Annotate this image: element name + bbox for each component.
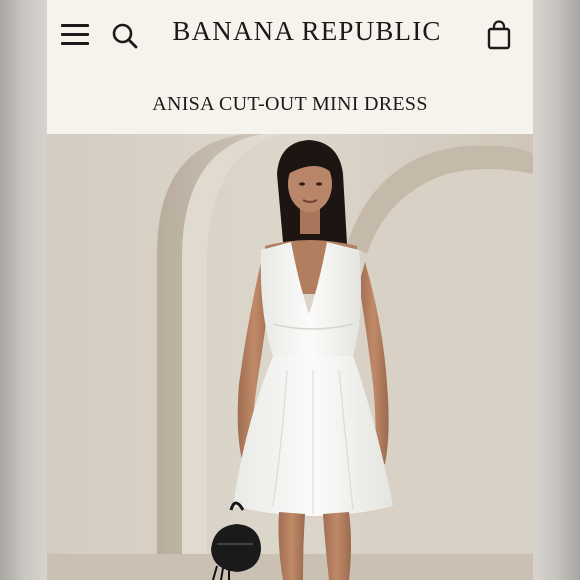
mobile-page: BANANA REPUBLIC ANISA CUT-OUT MINI DRESS: [47, 0, 533, 580]
search-icon[interactable]: [111, 22, 139, 50]
shopping-bag-icon[interactable]: [487, 20, 511, 50]
hamburger-menu-icon[interactable]: [61, 24, 89, 46]
site-header: BANANA REPUBLIC ANISA CUT-OUT MINI DRESS: [47, 0, 533, 134]
product-title: ANISA CUT-OUT MINI DRESS: [152, 93, 428, 115]
product-photo[interactable]: [47, 134, 533, 580]
brand-logo[interactable]: BANANA REPUBLIC: [167, 16, 447, 47]
phone-screenshot-frame: BANANA REPUBLIC ANISA CUT-OUT MINI DRESS: [0, 0, 580, 580]
